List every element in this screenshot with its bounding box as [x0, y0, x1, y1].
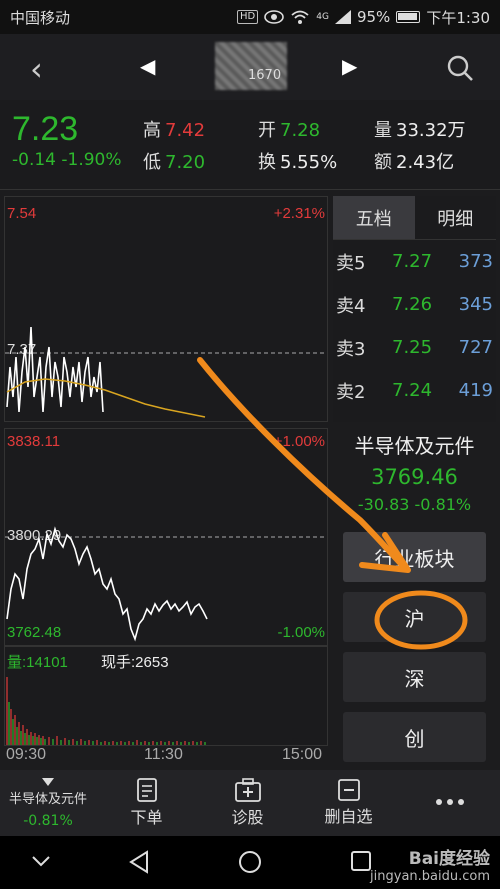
diagnose-label: 诊股	[231, 808, 264, 827]
open-item: 开 7.28	[258, 116, 320, 142]
turnover-label: 换	[258, 152, 276, 173]
price-change: -0.14 -1.90%	[12, 150, 122, 170]
orderbook-level: 卖4	[336, 295, 366, 317]
battery-icon	[396, 11, 421, 23]
high-value: 7.42	[165, 120, 206, 141]
home-nav-icon[interactable]	[238, 850, 262, 874]
orderbook-volume: 345	[458, 294, 493, 315]
hd-icon: HD	[237, 10, 259, 24]
time-axis-start: 09:30	[6, 746, 47, 763]
bottom-toolbar: 半导体及元件 -0.81% 下单 诊股 删自选	[0, 770, 500, 836]
orderbook-row: 卖3 7.25 727	[333, 326, 496, 369]
more-dots-icon	[435, 799, 464, 805]
orderbook-row: 卖4 7.26 345	[333, 283, 496, 326]
shanghai-button[interactable]: 沪	[343, 592, 486, 642]
remove-watchlist-label: 删自选	[324, 807, 373, 826]
minus-box-icon	[337, 779, 360, 801]
orderbook-level: 卖3	[336, 338, 366, 360]
orderbook-volume: 373	[458, 251, 493, 272]
amount-item: 额 2.43亿	[374, 148, 454, 174]
low-value: 7.20	[165, 152, 206, 173]
search-icon[interactable]	[446, 54, 474, 82]
orderbook-price: 7.24	[392, 380, 433, 401]
toolbar-sector-change: -0.81%	[23, 812, 73, 829]
orderbook-volume: 727	[458, 337, 493, 358]
medical-kit-icon	[234, 778, 261, 802]
sector-switch[interactable]: 半导体及元件 -0.81%	[0, 770, 96, 836]
back-nav-icon[interactable]	[128, 850, 150, 874]
volume-bars	[6, 677, 206, 745]
chinext-button[interactable]: 创	[343, 712, 486, 762]
place-order-button[interactable]: 下单	[96, 770, 197, 836]
sector-change: -30.83 -0.81%	[357, 495, 472, 514]
open-value: 7.28	[280, 120, 321, 141]
volume-item: 量 33.32万	[374, 116, 466, 142]
clock: 下午1:30	[426, 8, 490, 27]
turnover-item: 换 5.55%	[258, 148, 337, 174]
watermark-brand: Bai度经验	[408, 849, 490, 869]
sector-panel: 半导体及元件 3769.46 -30.83 -0.81% 行业板块 沪 深 创	[333, 428, 496, 762]
battery-percent: 95%	[356, 8, 391, 26]
baidu-watermark: Bai度经验 jingyan.baidu.com	[370, 844, 490, 884]
orderbook-price: 7.26	[392, 294, 433, 315]
tab-five-level[interactable]: 五档	[333, 196, 415, 240]
orderbook-row: 卖5 7.27 373	[333, 240, 496, 283]
intraday-chart[interactable]: 7.54 +2.31% 7.37	[4, 196, 328, 422]
high-label: 高	[143, 120, 161, 141]
volume-label: 量	[374, 120, 392, 141]
time-axis-mid: 11:30	[144, 746, 183, 763]
tab-details[interactable]: 明细	[414, 196, 496, 240]
high-item: 高 7.42	[143, 116, 205, 142]
orderbook-level: 卖5	[336, 252, 366, 274]
turnover-value: 5.55%	[280, 152, 338, 173]
index-line	[5, 526, 327, 642]
orderbook-volume: 419	[458, 380, 493, 401]
low-item: 低 7.20	[143, 148, 205, 174]
remove-watchlist-button[interactable]: 删自选	[298, 770, 399, 836]
time-axis-end: 15:00	[282, 746, 323, 763]
document-icon	[136, 778, 157, 802]
orderbook-price: 7.27	[392, 251, 433, 272]
orderbook-row: 卖2 7.24 419	[333, 369, 496, 412]
triangle-down-icon	[42, 777, 54, 786]
orderbook-panel: 五档 明细 卖5 7.27 373 卖4 7.26 345 卖3 7.25 72…	[333, 196, 496, 422]
current-price: 7.23	[12, 110, 79, 148]
amount-label: 额	[374, 152, 392, 173]
signal-icon	[334, 10, 351, 24]
volume-chart[interactable]: 量:14101 现手:2653	[4, 646, 328, 746]
orderbook-level: 卖2	[336, 381, 366, 403]
recents-nav-icon[interactable]	[350, 850, 372, 872]
next-stock-icon[interactable]: ▶	[342, 54, 357, 78]
status-bar: 中国移动 HD 4G 95% 下午1:30	[0, 0, 500, 34]
shenzhen-button[interactable]: 深	[343, 652, 486, 702]
android-nav-bar: Bai度经验 jingyan.baidu.com	[0, 836, 500, 889]
more-button[interactable]	[399, 770, 500, 836]
volume-value: 33.32万	[396, 120, 466, 141]
nav-header: ‹ ◀ 1670 ▶	[0, 34, 500, 100]
amount-value: 2.43亿	[396, 152, 455, 173]
sector-price: 3769.46	[371, 465, 458, 489]
diagnose-button[interactable]: 诊股	[197, 770, 298, 836]
watermark-url: jingyan.baidu.com	[370, 869, 490, 884]
industry-sector-button[interactable]: 行业板块	[343, 532, 486, 582]
orderbook-price: 7.25	[392, 337, 433, 358]
place-order-label: 下单	[130, 808, 163, 827]
stock-code: 1670	[248, 68, 282, 83]
collapse-icon[interactable]	[30, 850, 52, 872]
back-arrow-icon[interactable]: ‹	[30, 50, 43, 88]
index-chart[interactable]: 3838.11 +1.00% 3800.29 3762.48 -1.00%	[4, 428, 328, 646]
open-label: 开	[258, 120, 276, 141]
network-type: 4G	[316, 12, 329, 22]
intraday-lines	[5, 326, 327, 418]
carrier-name: 中国移动	[10, 8, 71, 27]
sector-name: 半导体及元件	[354, 434, 475, 458]
toolbar-sector-name: 半导体及元件	[8, 791, 87, 807]
eye-icon	[264, 10, 285, 24]
prev-stock-icon[interactable]: ◀	[140, 54, 155, 78]
wifi-icon	[291, 10, 309, 24]
quote-panel: 7.23 -0.14 -1.90% 高 7.42 低 7.20 开 7.28 换 5.5…	[0, 100, 500, 190]
low-label: 低	[143, 152, 161, 173]
